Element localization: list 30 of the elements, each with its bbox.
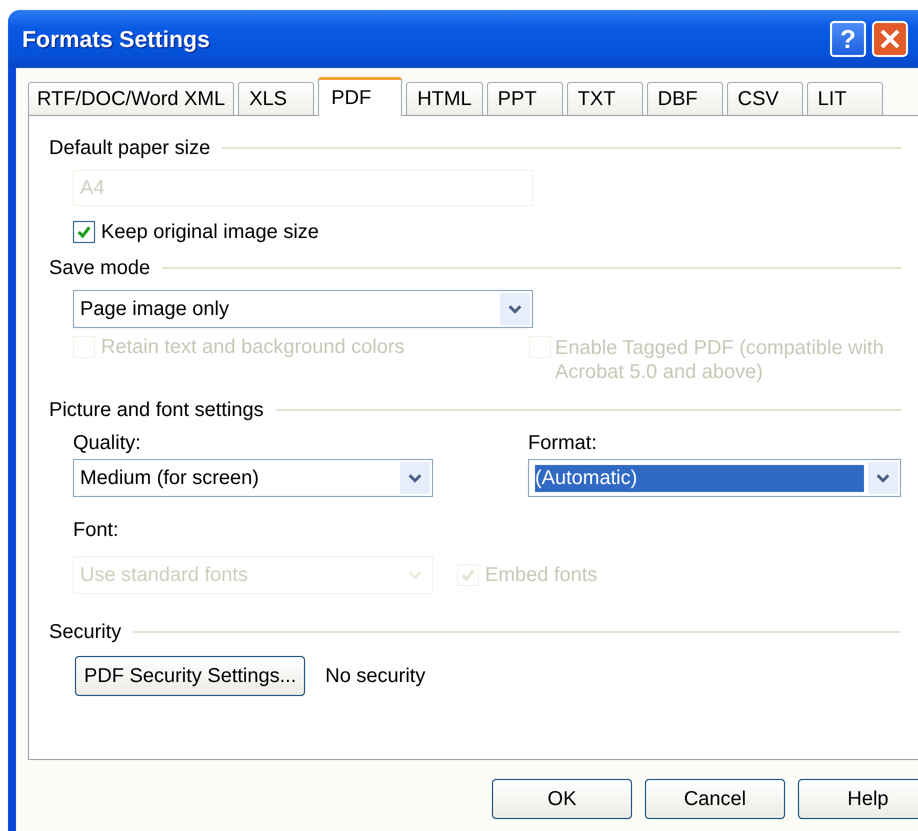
format-tab[interactable]: XLS (238, 82, 314, 115)
section-heading: Default paper size (49, 136, 210, 160)
font-label: Font: (73, 519, 120, 542)
check-icon (76, 224, 92, 240)
format-tab[interactable]: PDF (318, 77, 402, 116)
format-tab[interactable]: HTML (406, 82, 483, 115)
dialog-button[interactable]: Help (798, 779, 918, 819)
quality-label: Quality: (73, 432, 142, 455)
format-tab[interactable]: DBF (646, 82, 723, 115)
check-icon (460, 567, 476, 583)
section-heading: Picture and font settings (49, 398, 264, 422)
window-title: Formats Settings (22, 26, 211, 52)
format-label: Format: (528, 432, 598, 455)
format-tab[interactable]: LIT (806, 82, 883, 115)
format-tab[interactable]: CSV (726, 82, 803, 115)
keep-size-checkbox[interactable]: Keep original image size (73, 218, 901, 246)
section-heading: Security (49, 620, 122, 644)
security-status: No security (325, 664, 426, 688)
dialog-button[interactable]: Cancel (645, 779, 785, 819)
close-icon[interactable] (872, 21, 908, 57)
section-heading: Save mode (49, 256, 150, 280)
format-dropdown[interactable]: (Automatic) (528, 459, 901, 497)
quality-dropdown[interactable]: Medium (for screen) (73, 459, 433, 497)
dialog-button[interactable]: OK (492, 779, 632, 819)
save-mode-dropdown[interactable]: Page image only (73, 290, 533, 328)
format-tab[interactable]: TXT (566, 82, 643, 115)
security-settings-button[interactable]: PDF Security Settings... (75, 656, 306, 696)
format-tab[interactable]: PPT (486, 82, 563, 115)
help-button[interactable]: ? (830, 21, 866, 57)
format-tab[interactable]: RTF/DOC/Word XML (28, 82, 234, 115)
